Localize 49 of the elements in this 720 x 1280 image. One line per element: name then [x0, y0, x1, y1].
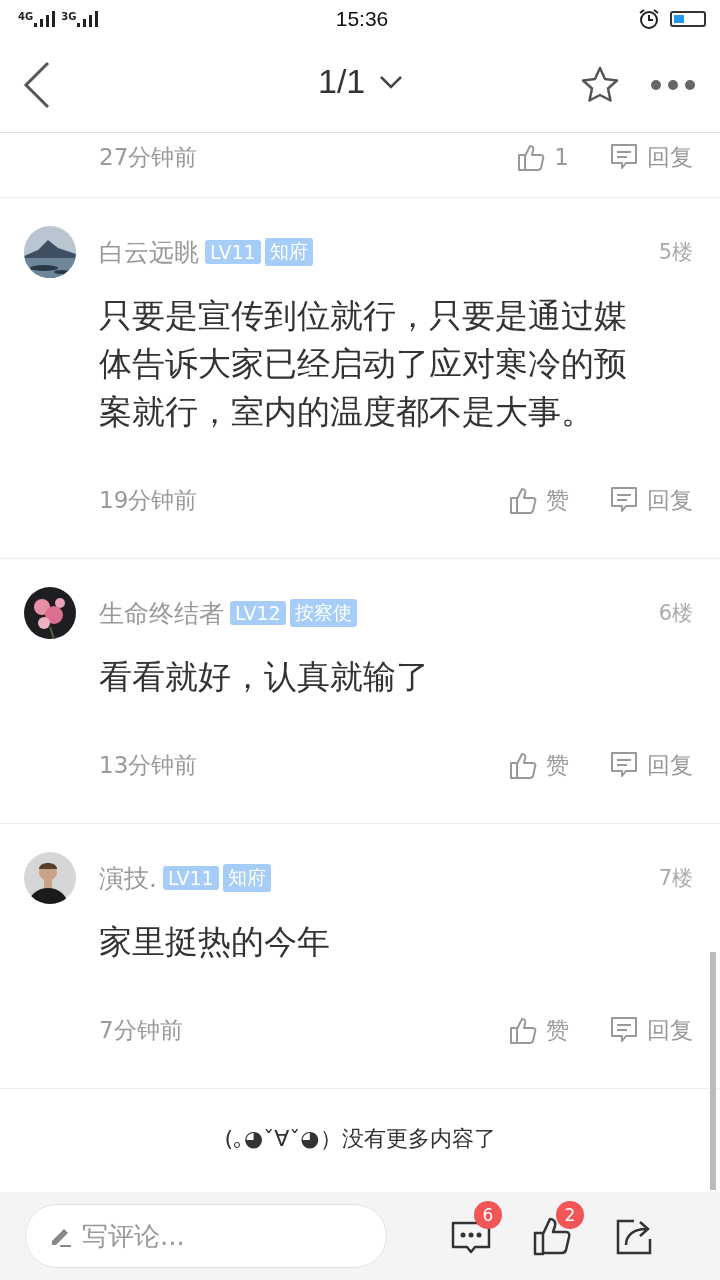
page-selector[interactable]: 1/1	[318, 62, 404, 101]
reply-button[interactable]: 回复	[609, 741, 693, 789]
network-label: 4G	[18, 11, 34, 22]
comment-icon	[609, 485, 639, 515]
comment-time: 27分钟前	[99, 143, 198, 172]
thumbs-up-icon	[508, 485, 538, 515]
more-icon[interactable]	[650, 79, 696, 91]
battery-icon	[670, 11, 706, 27]
reply-button[interactable]: 回复	[609, 1006, 693, 1054]
like-button[interactable]: 赞	[508, 741, 569, 789]
thumbs-up-icon	[508, 1015, 538, 1045]
level-badge: LV11	[205, 240, 261, 264]
star-icon[interactable]	[580, 65, 620, 105]
comment-input[interactable]: 写评论...	[25, 1204, 387, 1268]
comment-time: 7分钟前	[99, 1016, 183, 1045]
back-icon[interactable]	[23, 61, 51, 109]
comment-text: 看看就好，认真就输了	[99, 656, 430, 698]
count-badge: 6	[474, 1201, 502, 1229]
comment-icon	[609, 750, 639, 780]
user-name[interactable]: 白云远眺	[99, 235, 199, 269]
comment-icon	[609, 1015, 639, 1045]
like-button[interactable]: 1	[516, 133, 569, 181]
title-badge: 按察使	[289, 599, 357, 627]
floor-number: 5楼	[658, 239, 693, 266]
count-badge: 2	[556, 1201, 584, 1229]
like-button[interactable]: 赞	[508, 476, 569, 524]
reply-button[interactable]: 回复	[609, 133, 693, 181]
level-badge: LV11	[162, 866, 219, 890]
comment-text: 只要是宣传到位就行，只要是通过媒体告诉大家已经启动了应对寒冷的预案就行，室内的温度都不是大事。	[99, 295, 628, 433]
level-badge: LV12	[230, 601, 286, 625]
floor-number: 6楼	[658, 600, 693, 627]
comment-icon	[609, 142, 639, 172]
comment-time: 13分钟前	[99, 751, 198, 780]
reply-button[interactable]: 回复	[609, 476, 693, 524]
thumbs-up-icon	[508, 750, 538, 780]
title-badge: 知府	[264, 238, 313, 266]
title-badge: 知府	[222, 864, 271, 892]
end-message: (｡◕ˇ∀ˇ◕）没有更多内容了	[224, 1125, 496, 1153]
thumbs-up-icon	[516, 142, 547, 172]
floor-number: 7楼	[658, 865, 693, 892]
like-button[interactable]: 赞	[508, 1006, 569, 1054]
status-time: 15:36	[335, 7, 389, 31]
comment-text: 家里挺热的今年	[99, 921, 331, 963]
alarm-icon	[638, 8, 660, 30]
user-name[interactable]: 演技.	[99, 861, 157, 895]
comment-time: 19分钟前	[99, 486, 198, 515]
chevron-down-icon	[379, 74, 404, 89]
user-name[interactable]: 生命终结者	[99, 596, 224, 630]
network-label: 3G	[61, 11, 77, 22]
